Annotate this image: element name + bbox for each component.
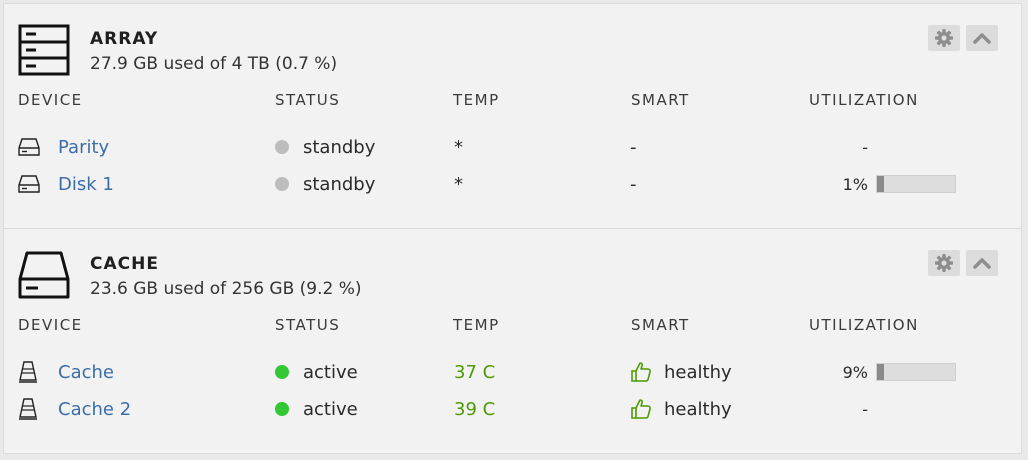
device-smart: - bbox=[630, 136, 637, 158]
status-text: active bbox=[303, 361, 358, 383]
device-link[interactable]: Cache bbox=[58, 357, 114, 387]
cache-panel: CACHE 23.6 GB used of 256 GB (9.2 %) DEV… bbox=[4, 229, 1021, 453]
device-utilization-text: - bbox=[862, 137, 868, 157]
device-status: active bbox=[275, 394, 358, 424]
thumbs-up-icon bbox=[631, 399, 651, 419]
status-text: standby bbox=[303, 136, 376, 158]
col-utilization-header: UTILIZATION bbox=[809, 91, 919, 109]
dashboard-frame: ARRAY 27.9 GB used of 4 TB (0.7 %) DEVIC… bbox=[3, 3, 1022, 454]
ssd-icon bbox=[18, 394, 42, 424]
col-utilization-header: UTILIZATION bbox=[809, 316, 919, 334]
utilization-bar bbox=[876, 363, 956, 381]
device-row-parity: Parity standby * - - bbox=[4, 132, 1021, 162]
gear-icon bbox=[935, 29, 953, 47]
cache-usage: 23.6 GB used of 256 GB (9.2 %) bbox=[90, 279, 362, 299]
ssd-icon bbox=[18, 357, 42, 387]
chevron-up-icon bbox=[973, 258, 991, 269]
cache-settings-button[interactable] bbox=[928, 250, 960, 276]
device-row-cache: Cache active 37 C healthy 9% bbox=[4, 357, 1021, 387]
col-smart-header: SMART bbox=[631, 91, 690, 109]
device-row-cache2: Cache 2 active 39 C healthy - bbox=[4, 394, 1021, 424]
device-temp: * bbox=[454, 136, 463, 158]
array-usage: 27.9 GB used of 4 TB (0.7 %) bbox=[90, 54, 338, 74]
array-collapse-button[interactable] bbox=[966, 25, 998, 51]
device-status: standby bbox=[275, 132, 375, 162]
status-active-dot bbox=[275, 402, 289, 416]
col-status-header: STATUS bbox=[275, 316, 341, 334]
device-smart: healthy bbox=[630, 394, 732, 424]
smart-text: healthy bbox=[664, 398, 732, 420]
utilization-bar bbox=[876, 175, 956, 193]
col-temp-header: TEMP bbox=[453, 91, 500, 109]
col-smart-header: SMART bbox=[631, 316, 690, 334]
gear-icon bbox=[935, 254, 953, 272]
utilization-bar-fill bbox=[877, 176, 885, 192]
cache-drive-icon bbox=[18, 251, 70, 299]
status-standby-dot bbox=[275, 140, 289, 154]
device-link[interactable]: Parity bbox=[58, 132, 109, 162]
status-text: active bbox=[303, 398, 358, 420]
status-text: standby bbox=[303, 173, 376, 195]
device-status: active bbox=[275, 357, 358, 387]
device-smart: - bbox=[630, 173, 637, 195]
device-smart: healthy bbox=[630, 357, 732, 387]
status-active-dot bbox=[275, 365, 289, 379]
cache-title: CACHE bbox=[90, 254, 159, 274]
col-device-header: DEVICE bbox=[18, 91, 83, 109]
thumbs-up-icon bbox=[631, 362, 651, 382]
col-temp-header: TEMP bbox=[453, 316, 500, 334]
col-device-header: DEVICE bbox=[18, 316, 83, 334]
device-link[interactable]: Cache 2 bbox=[58, 394, 131, 424]
hdd-icon bbox=[18, 132, 42, 162]
status-standby-dot bbox=[275, 177, 289, 191]
device-row-disk1: Disk 1 standby * - 1% bbox=[4, 169, 1021, 199]
device-temp: * bbox=[454, 173, 463, 195]
utilization-bar-fill bbox=[877, 364, 885, 380]
device-temp: 39 C bbox=[454, 398, 496, 420]
col-status-header: STATUS bbox=[275, 91, 341, 109]
chevron-up-icon bbox=[973, 33, 991, 44]
array-settings-button[interactable] bbox=[928, 25, 960, 51]
hdd-icon bbox=[18, 169, 42, 199]
device-link[interactable]: Disk 1 bbox=[58, 169, 114, 199]
array-panel: ARRAY 27.9 GB used of 4 TB (0.7 %) DEVIC… bbox=[4, 4, 1021, 229]
array-title: ARRAY bbox=[90, 29, 159, 49]
device-utilization-text: 1% bbox=[842, 174, 868, 194]
device-utilization-text: - bbox=[862, 399, 868, 419]
device-status: standby bbox=[275, 169, 375, 199]
device-utilization-text: 9% bbox=[842, 362, 868, 382]
array-server-icon bbox=[18, 24, 70, 76]
cache-collapse-button[interactable] bbox=[966, 250, 998, 276]
device-temp: 37 C bbox=[454, 361, 496, 383]
smart-text: healthy bbox=[664, 361, 732, 383]
